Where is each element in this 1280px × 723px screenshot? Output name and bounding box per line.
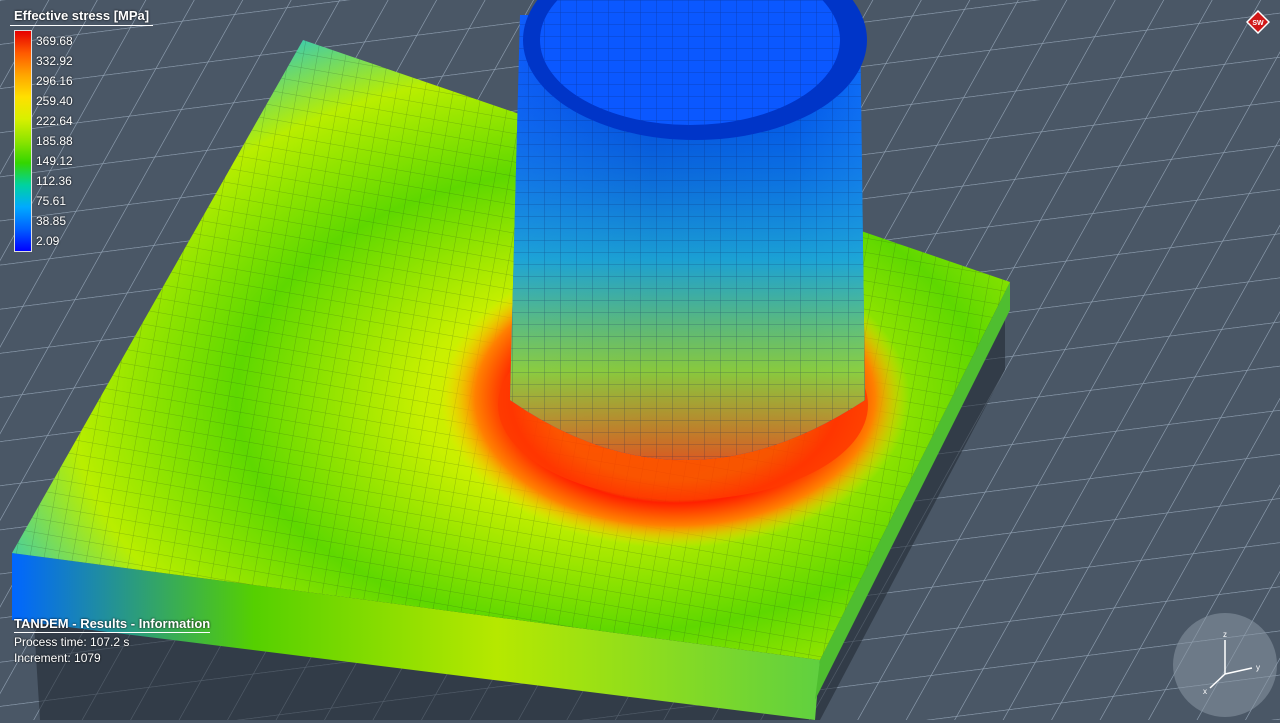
legend-value: 259.40 (36, 94, 73, 108)
legend-value: 222.64 (36, 114, 73, 128)
legend-value: 2.09 (36, 234, 60, 248)
legend-labels: 369.68 332.92 296.16 259.40 222.64 185.8… (36, 34, 73, 254)
legend-value: 38.85 (36, 214, 67, 228)
sw-logo-icon: SW (1245, 9, 1271, 35)
legend-value: 296.16 (36, 74, 73, 88)
increment: Increment: 1079 (14, 651, 101, 665)
legend-value: 185.88 (36, 134, 73, 148)
legend-value: 332.92 (36, 54, 73, 68)
info-title: TANDEM - Results - Information (14, 616, 211, 633)
legend-value: 149.12 (36, 154, 73, 168)
svg-text:y: y (1256, 663, 1260, 672)
legend-value: 369.68 (36, 34, 73, 48)
svg-text:x: x (1203, 687, 1207, 696)
legend-value: 112.36 (36, 174, 72, 188)
3d-viewport[interactable] (0, 0, 1280, 720)
legend-title: Effective stress [MPa] (10, 8, 154, 26)
legend-value: 75.61 (36, 194, 67, 208)
legend-color-bar (14, 30, 32, 252)
svg-text:SW: SW (1252, 20, 1264, 27)
axis-triad-icon[interactable]: z y x (1172, 612, 1278, 718)
results-info-panel: TANDEM - Results - Information Process t… (14, 615, 211, 665)
svg-text:z: z (1223, 630, 1227, 639)
process-time: Process time: 107.2 s (14, 635, 130, 649)
